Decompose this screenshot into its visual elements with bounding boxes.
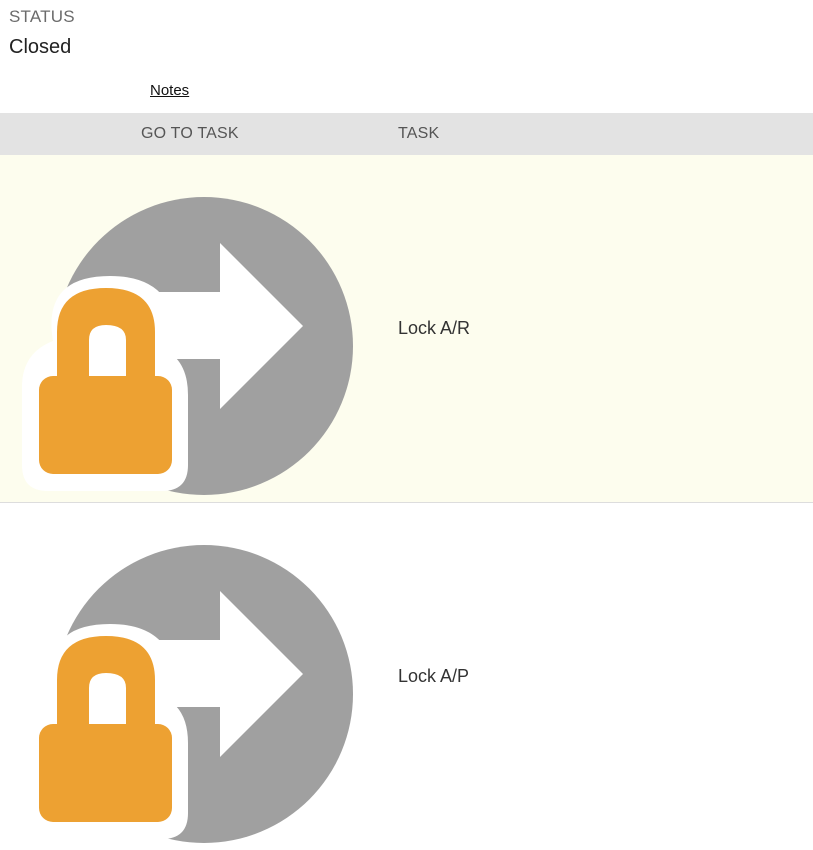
goto-task-lock-icon	[22, 545, 353, 843]
task-table: GO TO TASK TASK Lock A/R Lock A/P	[0, 113, 813, 850]
column-header-task: TASK	[398, 125, 440, 142]
go-to-task-button[interactable]	[20, 523, 356, 843]
go-to-task-button[interactable]	[20, 175, 356, 495]
goto-task-lock-icon	[22, 197, 353, 495]
task-label: Lock A/R	[398, 318, 471, 338]
status-block: STATUS Closed	[9, 6, 75, 59]
status-value: Closed	[9, 36, 72, 58]
table-row: Lock A/P	[0, 503, 813, 850]
notes-link[interactable]: Notes	[150, 82, 189, 99]
column-header-go-to-task: GO TO TASK	[141, 125, 239, 142]
table-row: Lock A/R	[0, 155, 813, 503]
status-label: STATUS	[9, 7, 75, 26]
table-header: GO TO TASK TASK	[0, 113, 813, 155]
task-label: Lock A/P	[398, 666, 470, 686]
